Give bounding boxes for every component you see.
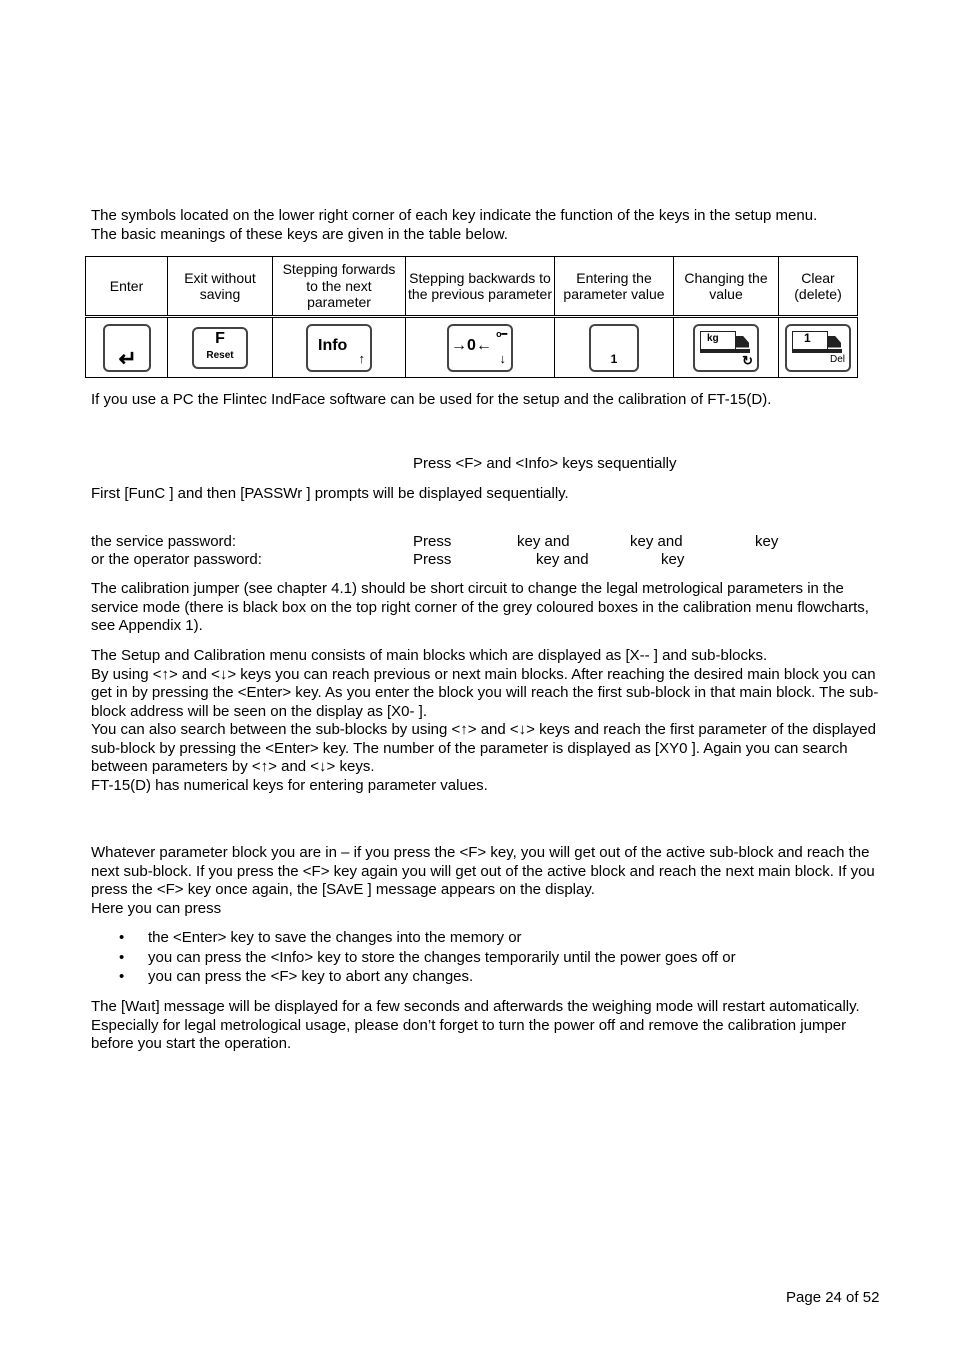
menu-line-blocks: The Setup and Calibration menu consists … [91, 647, 768, 664]
header-clear: Clear (delete) [778, 256, 858, 317]
truck-cab-icon [735, 335, 749, 348]
one-glyph: 1 [610, 352, 618, 366]
header-enter-value: Entering the parameter value [554, 256, 674, 317]
header-forward: Stepping forwards to the next parameter [272, 256, 406, 317]
operator-password-label: or the operator password: [91, 551, 262, 568]
jumper-paragraph: The calibration jumper (see chapter 4.1)… [91, 580, 869, 634]
info-key-icon: Info ↑ [306, 323, 372, 372]
truck-chassis-icon [700, 348, 750, 353]
one-glyph: 1 [804, 330, 811, 345]
save-options-list: the <Enter> key to save the changes into… [91, 928, 891, 987]
intro-line-1: The symbols located on the lower right c… [91, 207, 818, 224]
service-key: key [755, 533, 779, 550]
service-press: Press [413, 533, 452, 550]
menu-paragraph: The Setup and Calibration menu consists … [91, 647, 886, 795]
exit-paragraph: Whatever parameter block you are in – if… [91, 844, 886, 918]
wait-paragraph: The [Waıt] message will be displayed for… [91, 998, 860, 1052]
header-backward: Stepping backwards to the previous param… [405, 256, 555, 317]
cell-enter-value: 1 [554, 315, 674, 378]
intro-line-2: The basic meanings of these keys are giv… [91, 225, 508, 243]
header-exit: Exit without saving [167, 256, 273, 317]
list-item: the <Enter> key to save the changes into… [91, 928, 891, 948]
operator-key-and: key and [536, 551, 589, 568]
cell-backward: →0← o━ ↓ [405, 315, 555, 378]
numeric-one-key-icon: 1 [589, 323, 639, 372]
cell-exit: F Reset [167, 315, 273, 378]
del-glyph: Del [829, 354, 845, 365]
zero-key-icon: →0← o━ ↓ [447, 323, 513, 372]
key-icon: o━ [496, 328, 507, 339]
rotate-icon: ↻ [742, 353, 753, 368]
cell-enter: ↵ [85, 315, 168, 378]
header-enter: Enter [85, 256, 168, 317]
table-header-row: Enter Exit without saving Stepping forwa… [85, 256, 858, 317]
pc-note: If you use a PC the Flintec IndFace soft… [91, 391, 772, 408]
truck-one-del-key-icon: 1 Del [785, 323, 851, 372]
header-change-value: Changing the value [673, 256, 779, 317]
service-password-label: the service password: [91, 533, 237, 550]
operator-press: Press [413, 551, 452, 568]
operator-key: key [661, 551, 685, 568]
menu-line-main-blocks: By using <↑> and <↓> keys you can reach … [91, 665, 879, 720]
arrow-down-icon: ↓ [499, 351, 507, 366]
exit-text: Whatever parameter block you are in – if… [91, 844, 875, 898]
reset-glyph: Reset [206, 350, 234, 361]
cell-change-value: kg ↻ [673, 315, 779, 378]
f-glyph: F [215, 329, 225, 347]
page-number: Page 24 of 52 [786, 1289, 880, 1306]
service-key-and-2: key and [630, 533, 683, 550]
info-glyph: Info [318, 336, 348, 354]
cell-forward: Info ↑ [272, 315, 406, 378]
truck-cab-icon [827, 335, 841, 348]
enter-key-icon: ↵ [102, 323, 151, 372]
here-press-text: Here you can press [91, 899, 222, 917]
key-function-table: Enter Exit without saving Stepping forwa… [85, 256, 858, 378]
press-f-info-instruction: Press <F> and <Info> keys sequentially [413, 455, 677, 472]
kg-glyph: kg [707, 332, 719, 344]
cell-clear: 1 Del [778, 315, 858, 378]
list-item: you can press the <F> key to abort any c… [91, 967, 891, 987]
f-reset-key-icon: F Reset [192, 326, 248, 369]
prompts-text: First [FunC ] and then [PASSWr ] prompts… [91, 485, 569, 502]
service-key-and-1: key and [517, 533, 570, 550]
menu-line-numeric: FT-15(D) has numerical keys for entering… [91, 776, 488, 794]
arrow-up-icon: ↑ [358, 351, 366, 366]
list-item: you can press the <Info> key to store th… [91, 948, 891, 968]
enter-glyph: ↵ [118, 346, 137, 371]
menu-line-sub-blocks: You can also search between the sub-bloc… [91, 721, 876, 775]
zero-glyph: →0← [451, 336, 492, 354]
intro-text: The symbols located on the lower right c… [91, 207, 891, 244]
table-icon-row: ↵ F Reset Info ↑ →0← o━ ↓ 1 kg ↻ 1 Del [85, 315, 858, 378]
truck-kg-key-icon: kg ↻ [693, 323, 759, 372]
